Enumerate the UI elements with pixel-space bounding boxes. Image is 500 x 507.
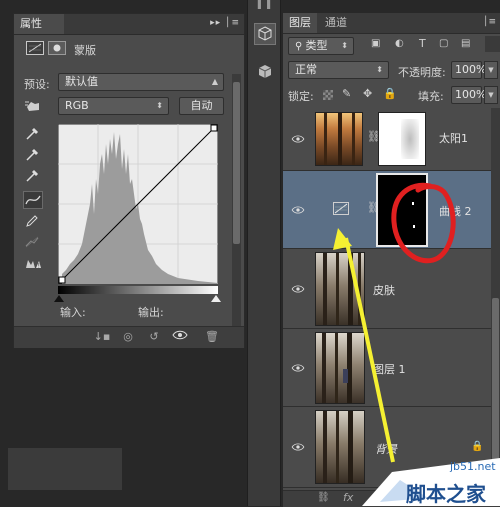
yellow-arrow-annotation bbox=[333, 228, 395, 463]
watermark-site: jb51.net bbox=[450, 460, 496, 473]
watermark: jb51.net 脚本之家 bbox=[362, 450, 500, 506]
annotation-overlay bbox=[333, 182, 456, 463]
watermark-brand: 脚本之家 bbox=[406, 482, 486, 506]
red-circle-annotation bbox=[391, 182, 456, 264]
